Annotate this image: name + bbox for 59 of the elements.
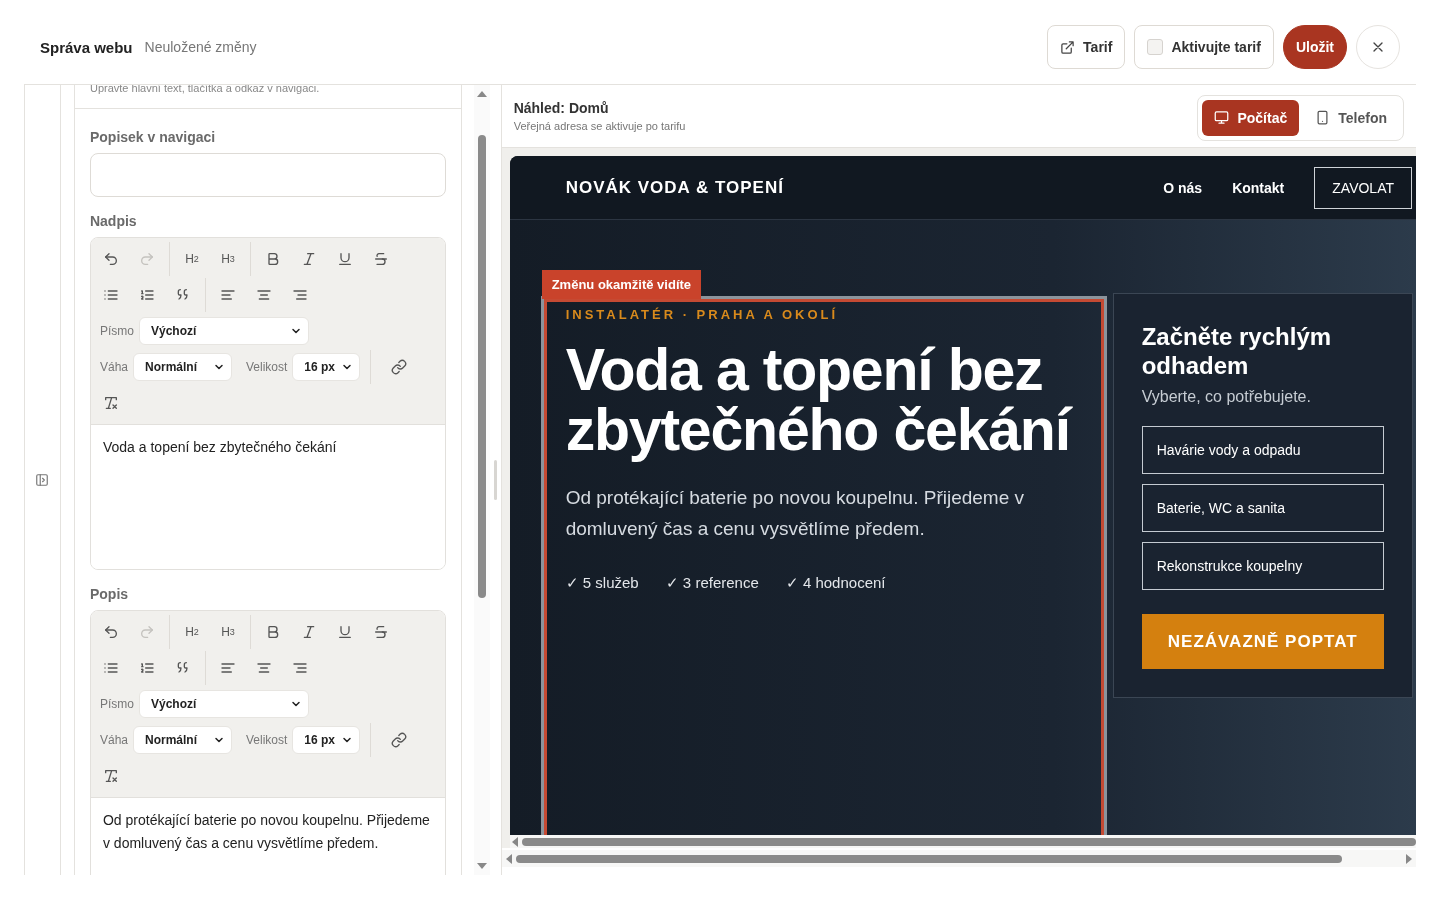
scroll-right-icon[interactable]	[1406, 853, 1412, 864]
scroll-up-icon[interactable]	[476, 91, 487, 97]
dropdown[interactable]: Výchozí	[139, 690, 309, 718]
select-label: Velikost	[246, 360, 288, 374]
preview-title: Náhled: Domů	[513, 100, 610, 116]
call-button[interactable]: ZAVOLAT	[1314, 166, 1412, 209]
feature-item: ✓ 3 reference	[665, 574, 759, 592]
feature-item: ✓ 4 hodnocení	[785, 574, 886, 592]
site-logo[interactable]: NOVÁK VODA & TOPENÍ	[565, 177, 784, 198]
select-label: Písmo	[99, 697, 134, 711]
checkbox[interactable]	[1147, 39, 1164, 55]
hero-heading: Voda a topení bez zbytečného čekání	[565, 340, 1082, 460]
hero-text: Od protékající baterie po novou koupelnu. Přijedeme v domluvený čas a cenu vysvětlíme předem.	[565, 486, 1026, 541]
scrollbar-thumb[interactable]	[477, 135, 486, 598]
phone-icon	[1315, 110, 1331, 125]
input-field[interactable]	[89, 153, 446, 197]
scrollbar-thumb[interactable]	[521, 837, 1416, 846]
monitor-icon	[1214, 110, 1230, 125]
nav-link[interactable]: Kontakt	[1232, 179, 1285, 196]
scrollbar[interactable]	[501, 850, 1416, 867]
save-button[interactable]: Uložit	[1282, 25, 1347, 69]
dropdown[interactable]: 16 px	[292, 353, 361, 381]
select-label: Velikost	[246, 733, 288, 747]
card-subtitle: Vyberte, co potřebujete.	[1141, 388, 1312, 406]
dropdown[interactable]: Normální	[133, 353, 232, 381]
scrollbar[interactable]	[473, 85, 490, 875]
scroll-down-icon[interactable]	[476, 863, 487, 869]
activate-plan-toggle[interactable]: Aktivujte tarif	[1134, 25, 1274, 69]
dropdown[interactable]: Výchozí	[139, 317, 309, 345]
nav-link[interactable]: O nás	[1163, 179, 1203, 196]
panel-icon	[35, 473, 50, 487]
service-option[interactable]: Baterie, WC a sanita	[1141, 484, 1384, 532]
scroll-left-icon[interactable]	[505, 853, 512, 864]
dropdown[interactable]: 16 px	[292, 726, 361, 754]
dropdown[interactable]: Normální	[133, 726, 232, 754]
close-button[interactable]	[1356, 25, 1400, 69]
scrollbar[interactable]	[509, 835, 1416, 848]
device-tab[interactable]: Počítač	[1202, 99, 1300, 136]
scrollbar-thumb[interactable]	[515, 854, 1342, 863]
save-status: Neuložené změny	[144, 39, 257, 55]
external-link-icon	[1060, 39, 1076, 55]
select-label: Váha	[99, 360, 128, 374]
card-title: Začněte rychlým odhadem	[1141, 322, 1333, 380]
field-label: Popisek v navigaci	[89, 129, 217, 145]
live-edit-badge: Změnu okamžitě vidíte	[541, 270, 702, 299]
app-title: Správa webu	[40, 38, 133, 56]
select-label: Písmo	[99, 324, 134, 338]
eyebrow-text: INSTALATÉR · PRAHA A OKOLÍ	[565, 307, 840, 322]
service-option[interactable]: Havárie vody a odpadu	[1141, 426, 1384, 474]
preview-subtitle: Veřejná adresa se aktivuje po tarifu	[513, 120, 686, 132]
resize-handle[interactable]	[494, 460, 498, 500]
select-label: Váha	[99, 733, 128, 747]
checkbox-label: Aktivujte tarif	[1171, 39, 1261, 55]
feature-item: ✓ 5 služeb	[565, 574, 639, 592]
plan-button[interactable]: Tarif	[1047, 25, 1126, 69]
field-label: Nadpis	[89, 213, 138, 229]
panel-toggle-button[interactable]	[35, 473, 50, 487]
field-label: Popis	[89, 586, 130, 602]
service-option[interactable]: Rekonstrukce koupelny	[1141, 542, 1384, 590]
